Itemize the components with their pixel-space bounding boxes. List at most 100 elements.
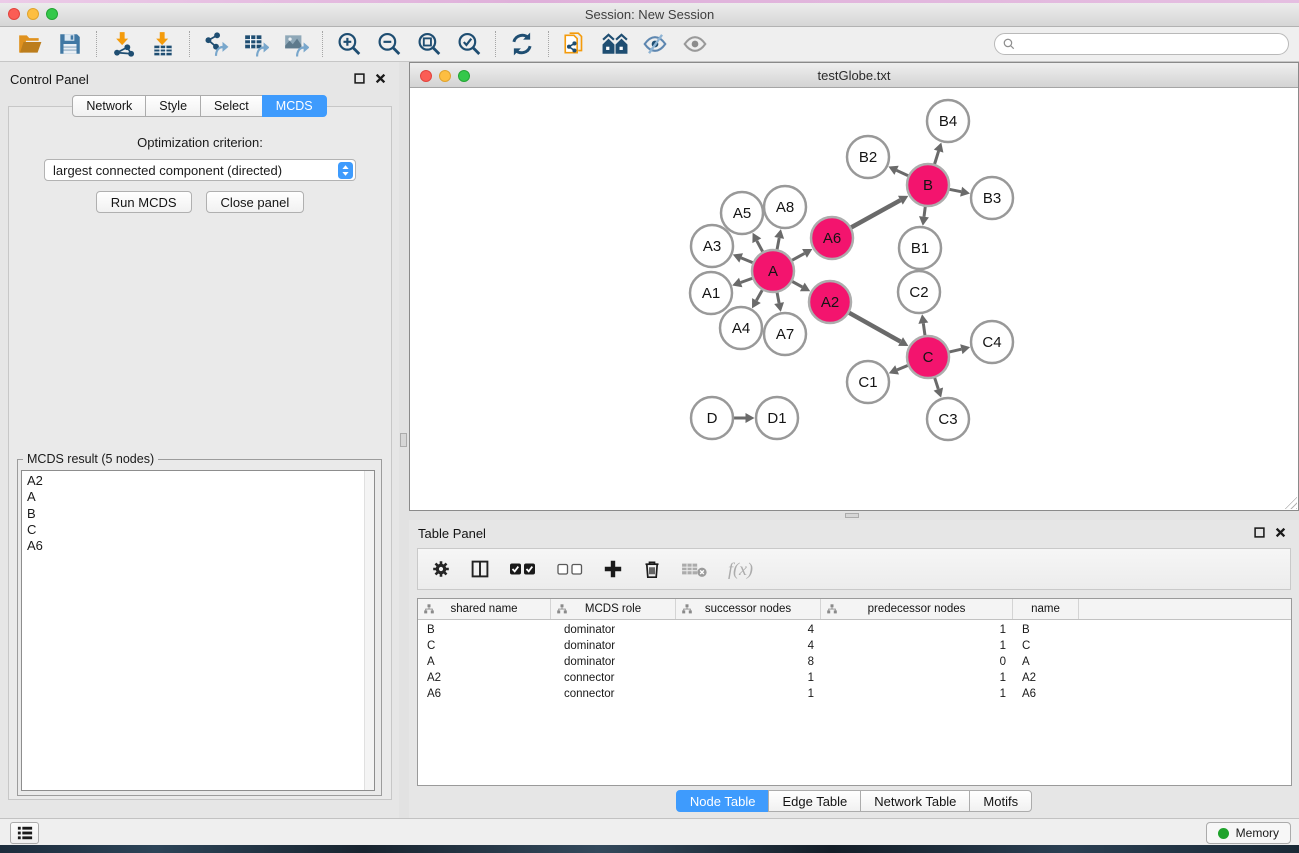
search-input[interactable] [994,33,1289,55]
graph-edge-A-A3[interactable] [741,258,754,263]
hide-details-icon[interactable] [642,31,668,57]
column-header-MCDS-role[interactable]: MCDS role [551,599,676,619]
import-table-icon[interactable] [150,31,176,57]
show-columns-icon[interactable] [470,559,490,579]
network-minimize-button[interactable] [439,70,451,82]
cell-predecessor-nodes[interactable]: 1 [821,688,1013,700]
graph-node-A4[interactable]: A4 [720,307,762,349]
cell-successor-nodes[interactable]: 1 [676,688,821,700]
graph-node-A1[interactable]: A1 [690,272,732,314]
cell-predecessor-nodes[interactable]: 1 [821,624,1013,636]
graph-node-C1[interactable]: C1 [847,361,889,403]
delete-row-icon[interactable] [642,559,662,579]
graph-node-A2[interactable]: A2 [809,281,851,323]
cell-successor-nodes[interactable]: 4 [676,640,821,652]
import-network-icon[interactable] [110,31,136,57]
table-row[interactable]: A2connector11A2 [418,670,1291,686]
select-all-icon[interactable] [509,559,537,579]
graph-node-A7[interactable]: A7 [764,313,806,355]
close-panel-button[interactable]: Close panel [206,191,305,213]
mcds-result-list[interactable]: A2ABCA6 [21,470,375,791]
close-table-panel-icon[interactable] [1275,527,1286,538]
graph-node-A[interactable]: A [752,250,794,292]
graph-node-C[interactable]: C [907,336,949,378]
zoom-in-icon[interactable] [336,31,362,57]
table-tab-motifs[interactable]: Motifs [969,790,1032,812]
task-history-button[interactable] [10,822,39,844]
refresh-icon[interactable] [509,31,535,57]
cell-MCDS-role[interactable]: connector [551,688,676,700]
table-row[interactable]: A6connector11A6 [418,686,1291,702]
network-zoom-button[interactable] [458,70,470,82]
tab-network[interactable]: Network [72,95,146,117]
open-session-icon[interactable] [17,31,43,57]
column-header-predecessor-nodes[interactable]: predecessor nodes [821,599,1013,619]
network-close-button[interactable] [420,70,432,82]
graph-node-C2[interactable]: C2 [898,271,940,313]
memory-button[interactable]: Memory [1206,822,1291,844]
cell-shared-name[interactable]: A2 [418,672,551,684]
criterion-dropdown[interactable]: largest connected component (directed) [44,159,356,181]
graph-edge-B-B4[interactable] [934,151,938,165]
cell-shared-name[interactable]: C [418,640,551,652]
graph-edge-A-A5[interactable] [757,241,763,253]
table-row[interactable]: Adominator80A [418,654,1291,670]
graph-edge-A-A1[interactable] [741,278,754,283]
column-header-shared-name[interactable]: shared name [418,599,551,619]
table-row[interactable]: Cdominator41C [418,638,1291,654]
settings-icon[interactable] [431,559,451,579]
graph-node-B[interactable]: B [907,164,949,206]
cell-MCDS-role[interactable]: dominator [551,640,676,652]
network-from-file-icon[interactable] [562,31,588,57]
result-list-scrollbar[interactable] [364,471,374,790]
graph-edge-C-C4[interactable] [948,349,961,352]
network-canvas[interactable]: B4B2BB3A5A8A6B1A3AC2A1A2A4A7C4CC1C3DD1 [410,88,1298,510]
close-panel-icon[interactable] [375,73,386,84]
save-session-icon[interactable] [57,31,83,57]
cell-shared-name[interactable]: A6 [418,688,551,700]
graph-node-A3[interactable]: A3 [691,225,733,267]
cell-predecessor-nodes[interactable]: 1 [821,672,1013,684]
graph-node-B3[interactable]: B3 [971,177,1013,219]
cell-shared-name[interactable]: B [418,624,551,636]
cell-predecessor-nodes[interactable]: 0 [821,656,1013,668]
graph-node-C3[interactable]: C3 [927,398,969,440]
result-list-item[interactable]: A2 [27,473,374,489]
column-header-name[interactable]: name [1013,599,1079,619]
run-mcds-button[interactable]: Run MCDS [96,191,192,213]
graph-edge-A-A6[interactable] [791,253,804,260]
cell-name[interactable]: A6 [1013,688,1079,700]
graph-node-A5[interactable]: A5 [721,192,763,234]
table-row[interactable]: Bdominator41B [418,622,1291,638]
result-list-item[interactable]: C [27,522,374,538]
graph-edge-A2-C[interactable] [848,312,900,341]
graph-edge-C-C3[interactable] [934,377,938,389]
graph-node-A6[interactable]: A6 [811,217,853,259]
deselect-all-icon[interactable] [556,559,584,579]
tab-style[interactable]: Style [145,95,201,117]
show-details-icon[interactable] [682,31,708,57]
graph-edge-B-B1[interactable] [924,206,925,217]
table-tab-node-table[interactable]: Node Table [676,790,770,812]
add-row-icon[interactable] [603,559,623,579]
float-table-panel-icon[interactable] [1254,527,1265,538]
cell-MCDS-role[interactable]: connector [551,672,676,684]
cell-successor-nodes[interactable]: 8 [676,656,821,668]
graph-node-B2[interactable]: B2 [847,136,889,178]
cell-predecessor-nodes[interactable]: 1 [821,640,1013,652]
vertical-splitter-grip[interactable] [400,433,407,447]
zoom-selected-icon[interactable] [456,31,482,57]
graph-edge-A-A4[interactable] [756,289,762,300]
graph-node-B4[interactable]: B4 [927,100,969,142]
result-list-item[interactable]: B [27,506,374,522]
horizontal-splitter-grip[interactable] [845,513,859,518]
network-window-titlebar[interactable]: testGlobe.txt [410,63,1298,88]
cell-name[interactable]: A2 [1013,672,1079,684]
graph-edge-C-C2[interactable] [923,323,925,336]
zoom-out-icon[interactable] [376,31,402,57]
cell-successor-nodes[interactable]: 1 [676,672,821,684]
graph-node-C4[interactable]: C4 [971,321,1013,363]
cell-name[interactable]: C [1013,640,1079,652]
graph-edge-B-B2[interactable] [897,170,910,176]
table-tab-network-table[interactable]: Network Table [860,790,970,812]
